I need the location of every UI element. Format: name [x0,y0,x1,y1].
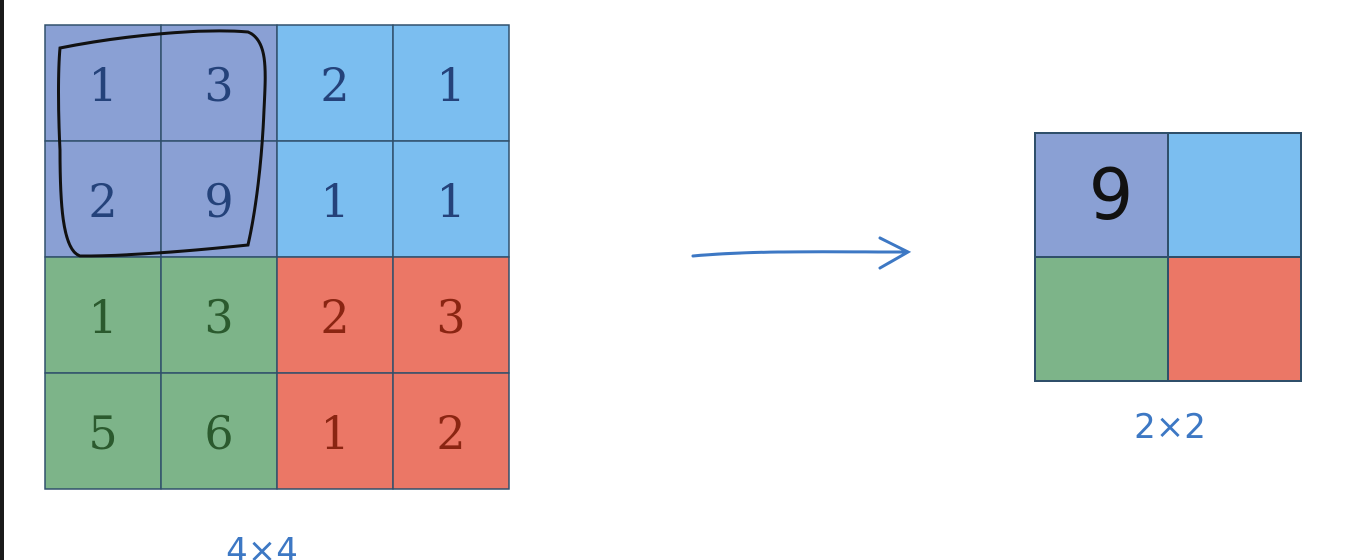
input-cell-value: 1 [320,174,349,228]
output-cell [1167,256,1302,382]
output-size-label: 2×2 [1134,407,1206,447]
input-cell-value: 9 [204,174,233,228]
input-cell-value: 1 [436,174,465,228]
input-cell-value: 2 [320,58,349,112]
output-matrix-grid: 9 [1034,132,1302,382]
input-cell-value: 2 [88,174,117,228]
input-cell-value: 1 [88,58,117,112]
input-cell-value: 5 [88,406,117,460]
input-matrix-grid: 1 3 2 1 2 9 1 1 1 3 2 3 5 6 1 2 [44,24,510,490]
output-cell [1167,132,1302,258]
input-cell-value: 1 [88,290,117,344]
input-cell-value: 1 [320,406,349,460]
input-cell-value: 3 [204,290,233,344]
max-pooling-diagram: 1 3 2 1 2 9 1 1 1 3 2 3 5 6 1 2 4×4 9 2×2 [44,24,1302,560]
output-cell [1034,256,1169,382]
input-cell-value: 3 [436,290,465,344]
input-cell-value: 1 [436,58,465,112]
input-cell-value: 6 [204,406,233,460]
input-cell-value: 2 [436,406,465,460]
input-size-label: 4×4 [226,531,298,560]
arrow-icon [691,236,912,270]
output-cell-value: 9 [1089,154,1134,236]
input-cell-value: 2 [320,290,349,344]
input-cell-value: 3 [204,58,233,112]
